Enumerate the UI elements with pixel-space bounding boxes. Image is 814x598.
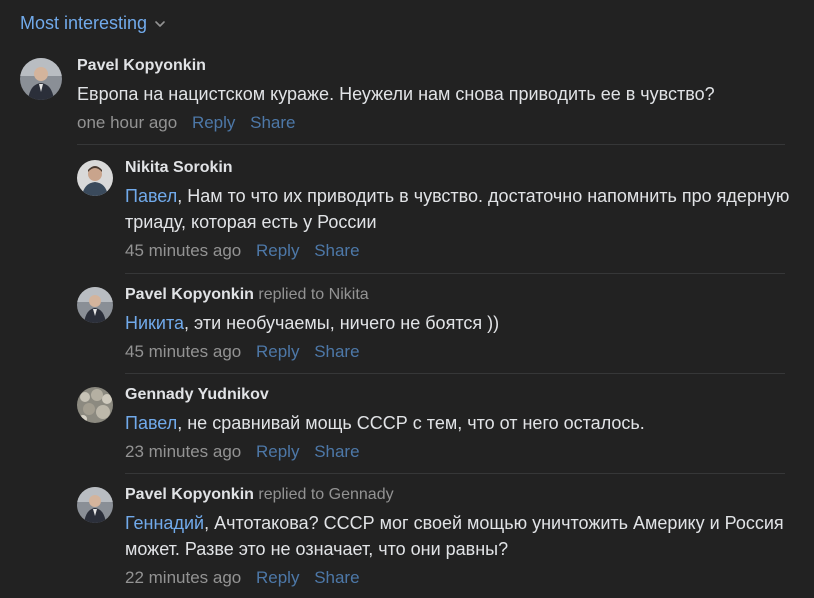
comment-meta: 22 minutes ago Reply Share [125, 567, 797, 589]
comment-meta: 45 minutes ago Reply Share [125, 341, 797, 363]
reply-button[interactable]: Reply [256, 568, 299, 587]
avatar[interactable] [77, 160, 113, 196]
replied-to-name[interactable]: Nikita [329, 286, 369, 303]
comment-author[interactable]: Pavel Kopyonkin [125, 286, 254, 303]
share-button[interactable]: Share [314, 442, 359, 461]
divider [125, 473, 785, 474]
share-button[interactable]: Share [314, 568, 359, 587]
comment-author[interactable]: Pavel Kopyonkin [77, 57, 206, 74]
replied-to: replied to Gennady [258, 486, 394, 503]
chevron-down-icon [155, 20, 165, 27]
comment-text: Геннадий, Ачтотакова? СССР мог своей мощ… [125, 510, 797, 562]
avatar[interactable] [77, 387, 113, 423]
comment-meta: 45 minutes ago Reply Share [125, 240, 797, 262]
comment-text: Павел, не сравнивай мощь СССР с тем, что… [125, 410, 797, 436]
comment-author[interactable]: Pavel Kopyonkin [125, 486, 254, 503]
reply-button[interactable]: Reply [256, 241, 299, 260]
sort-dropdown[interactable]: Most interesting [20, 13, 167, 34]
reply-button[interactable]: Reply [256, 442, 299, 461]
divider [125, 373, 785, 374]
comment: Nikita Sorokin Павел, Нам то что их прив… [77, 158, 797, 262]
mention-link[interactable]: Геннадий [125, 513, 204, 533]
comment-body: , эти необучаемы, ничего не боятся )) [184, 313, 500, 333]
replied-to-name[interactable]: Gennady [329, 486, 394, 503]
comment: Gennady Yudnikov Павел, не сравнивай мощ… [77, 385, 797, 463]
avatar[interactable] [77, 287, 113, 323]
sort-label: Most interesting [20, 13, 148, 33]
comment-text: Никита, эти необучаемы, ничего не боятся… [125, 310, 797, 336]
mention-link[interactable]: Никита [125, 313, 184, 333]
avatar[interactable] [20, 58, 62, 100]
avatar[interactable] [77, 487, 113, 523]
comment-body: , Нам то что их приводить в чувство. дос… [125, 186, 790, 232]
comment: Pavel Kopyonkin replied to Gennady Генна… [77, 485, 797, 589]
comment-meta: 23 minutes ago Reply Share [125, 441, 797, 463]
comment-time[interactable]: 22 minutes ago [125, 568, 241, 587]
mention-link[interactable]: Павел [125, 413, 177, 433]
comment-time[interactable]: one hour ago [77, 113, 177, 132]
divider [77, 144, 785, 145]
comment-body: , Ачтотакова? СССР мог своей мощью уничт… [125, 513, 784, 559]
comment-time[interactable]: 45 minutes ago [125, 342, 241, 361]
comment-author[interactable]: Nikita Sorokin [125, 159, 233, 176]
comment-time[interactable]: 23 minutes ago [125, 442, 241, 461]
comment-time[interactable]: 45 minutes ago [125, 241, 241, 260]
divider [125, 273, 785, 274]
comment-text: Европа на нацистском кураже. Неужели нам… [77, 81, 800, 107]
reply-button[interactable]: Reply [192, 113, 235, 132]
reply-button[interactable]: Reply [256, 342, 299, 361]
comment: Pavel Kopyonkin Европа на нацистском кур… [20, 56, 800, 134]
mention-link[interactable]: Павел [125, 186, 177, 206]
share-button[interactable]: Share [314, 241, 359, 260]
comment-text: Павел, Нам то что их приводить в чувство… [125, 183, 797, 235]
comment: Pavel Kopyonkin replied to Nikita Никита… [77, 285, 797, 363]
comment-author[interactable]: Gennady Yudnikov [125, 386, 269, 403]
comment-body: , не сравнивай мощь СССР с тем, что от н… [177, 413, 645, 433]
comment-meta: one hour ago Reply Share [77, 112, 800, 134]
share-button[interactable]: Share [314, 342, 359, 361]
replied-to: replied to Nikita [258, 286, 369, 303]
share-button[interactable]: Share [250, 113, 295, 132]
comment-body: Европа на нацистском кураже. Неужели нам… [77, 84, 715, 104]
